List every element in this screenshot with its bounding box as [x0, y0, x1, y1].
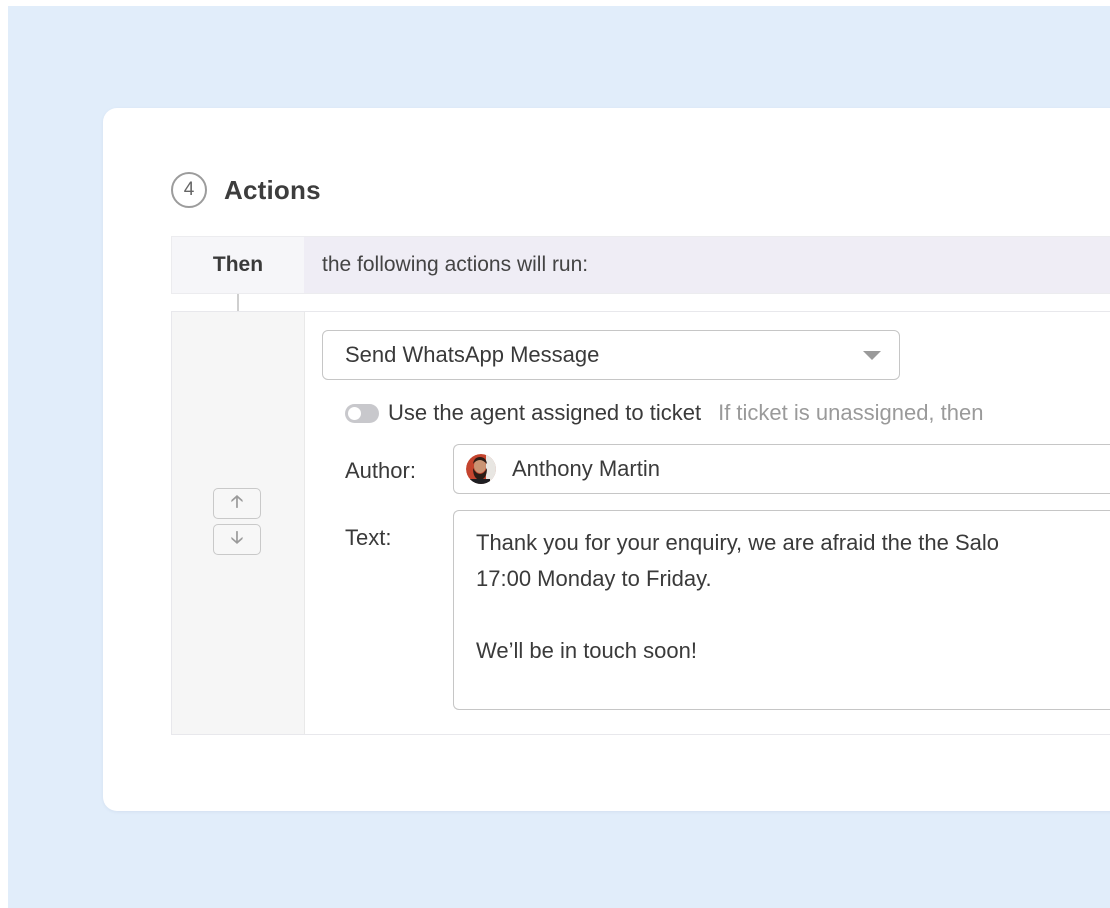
author-name: Anthony Martin [512, 456, 660, 481]
arrow-down-icon: 🡣 [230, 528, 244, 547]
action-body: Send WhatsApp Message Use the agent assi… [305, 312, 1110, 734]
move-up-button[interactable]: 🡡 [213, 488, 261, 519]
assigned-agent-toggle-row: Use the agent assigned to ticket If tick… [345, 398, 983, 428]
assigned-agent-toggle[interactable] [345, 403, 379, 423]
author-label: Author: [345, 458, 416, 483]
then-row: Then the following actions will run: [171, 236, 1110, 294]
toggle-label: Use the agent assigned to ticket [388, 400, 702, 425]
connector-line [237, 294, 239, 312]
author-field[interactable]: Anthony Martin [453, 444, 1110, 494]
message-text-area[interactable]: Thank you for your enquiry, we are afrai… [453, 510, 1110, 710]
move-down-button[interactable]: 🡣 [213, 524, 261, 555]
then-description: the following actions will run: [304, 237, 1110, 293]
action-block: 🡡 🡣 Send WhatsApp Message Use the agent … [171, 311, 1110, 735]
reorder-column: 🡡 🡣 [172, 312, 305, 734]
toggle-knob [348, 406, 361, 420]
toggle-hint: If ticket is unassigned, then [718, 400, 984, 425]
then-label: Then [172, 237, 304, 293]
action-type-value: Send WhatsApp Message [345, 342, 600, 367]
text-label: Text: [345, 525, 392, 550]
action-type-select[interactable]: Send WhatsApp Message [322, 330, 900, 380]
section-title: Actions [224, 174, 321, 205]
step-number-badge: 4 [171, 172, 207, 208]
arrow-up-icon: 🡡 [230, 492, 244, 511]
section-header: 4 Actions [171, 170, 321, 210]
chevron-down-icon [863, 351, 881, 360]
page-backdrop: 4 Actions Then the following actions wil… [8, 6, 1110, 908]
avatar [466, 454, 496, 484]
actions-card: 4 Actions Then the following actions wil… [103, 108, 1110, 811]
